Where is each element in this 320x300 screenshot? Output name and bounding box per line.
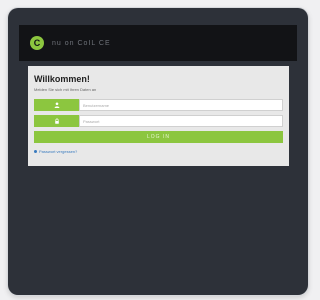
app-window: C nu on CoIL CE Willkommen! Melden Sie s… (8, 8, 308, 295)
password-row (34, 115, 283, 127)
logo-mark: C (33, 38, 41, 48)
login-panel: Willkommen! Melden Sie sich mit Ihren Da… (28, 66, 289, 166)
password-input[interactable] (79, 115, 283, 127)
forgot-password-link[interactable]: Passwort vergessen? (34, 149, 77, 154)
lock-icon (34, 115, 79, 127)
username-input[interactable] (79, 99, 283, 111)
login-button[interactable]: LOG IN (34, 131, 283, 143)
username-row (34, 99, 283, 111)
top-bar: C nu on CoIL CE (19, 25, 297, 61)
user-icon (34, 99, 79, 111)
page-title: Willkommen! (34, 74, 90, 84)
app-logo: C (30, 36, 44, 50)
info-icon (34, 150, 37, 153)
brand-name: nu on CoIL CE (52, 39, 111, 47)
forgot-password-label: Passwort vergessen? (39, 149, 78, 154)
page-subtitle: Melden Sie sich mit Ihren Daten an (34, 87, 97, 92)
